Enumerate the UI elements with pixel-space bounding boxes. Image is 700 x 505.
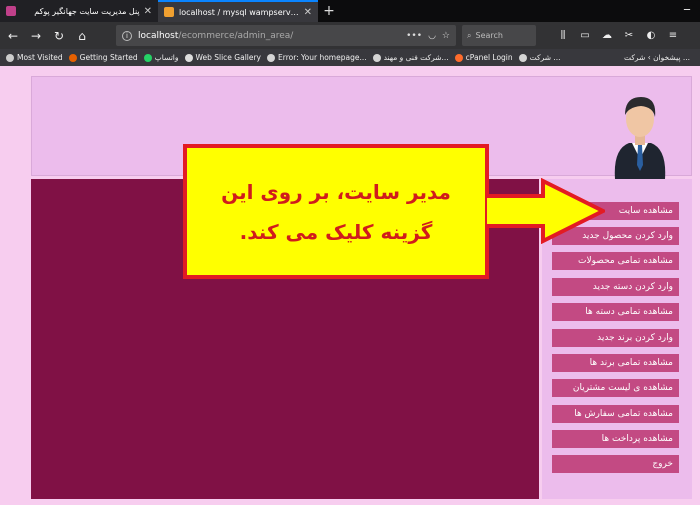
menu-view-products[interactable]: مشاهده تمامی محصولات: [552, 252, 679, 270]
globe-icon: [267, 53, 275, 62]
search-placeholder: Search: [475, 31, 503, 40]
tab-admin-panel[interactable]: پنل مدیریت سایت جهانگیر پوکم ✕: [0, 0, 158, 22]
screenshot-icon[interactable]: ✂: [618, 25, 640, 46]
url-path: /ecommerce/admin_area/: [178, 30, 294, 41]
pocket-icon[interactable]: ◡: [428, 31, 436, 41]
firefox-icon: [68, 53, 77, 62]
search-input[interactable]: ⌕ Search: [462, 25, 536, 46]
extension-icon[interactable]: ◐: [640, 25, 662, 46]
menu-view-categories[interactable]: مشاهده تمامی دسته ها: [552, 303, 679, 321]
gear-icon: [6, 53, 14, 62]
menu-view-customers[interactable]: مشاهده ی لیست مشتریان: [552, 379, 679, 397]
menu-logout[interactable]: خروج: [552, 455, 679, 473]
navigation-bar: ← → ↻ ⌂ i localhost /ecommerce/admin_are…: [0, 22, 700, 49]
admin-avatar-icon: [614, 97, 666, 179]
bookmarks-toolbar: Most Visited Getting Started واتساپ Web …: [0, 49, 700, 66]
toolbar-icons: ⫼ ▭ ☁ ✂ ◐ ≡: [552, 25, 684, 46]
close-tab-icon[interactable]: ✕: [144, 6, 152, 17]
callout-line-1: مدیر سایت، بر روی این: [221, 179, 451, 204]
menu-view-brands[interactable]: مشاهده تمامی برند ها: [552, 354, 679, 372]
sync-icon[interactable]: ☁: [596, 25, 618, 46]
bookmark-error-homepage[interactable]: Error: Your homepage...: [267, 53, 367, 62]
back-icon[interactable]: ←: [3, 26, 23, 46]
annotation-callout: مدیر سایت، بر روی این گزینه کلیک می کند.: [183, 144, 489, 279]
whatsapp-icon: [143, 53, 152, 62]
bookmark-getting-started[interactable]: Getting Started: [68, 53, 138, 62]
bookmark-star-icon[interactable]: ☆: [442, 31, 450, 41]
bookmark-engineering-company[interactable]: شرکت فنی و مهند...: [372, 53, 449, 62]
close-tab-icon[interactable]: ✕: [304, 7, 312, 18]
globe-icon: [518, 53, 527, 62]
bookmark-most-visited[interactable]: Most Visited: [6, 53, 63, 62]
menu-insert-brand[interactable]: وارد کردن برند جدید: [552, 329, 679, 347]
menu-icon[interactable]: ≡: [662, 25, 684, 46]
home-icon[interactable]: ⌂: [72, 26, 92, 46]
menu-insert-category[interactable]: وارد کردن دسته جدید: [552, 278, 679, 296]
globe-icon: [184, 53, 193, 62]
bookmark-cpanel-login[interactable]: cPanel Login: [454, 53, 513, 62]
site-favicon-icon: [6, 6, 16, 16]
admin-page: مشاهده سایت وارد کردن محصول جدید مشاهده …: [0, 66, 700, 505]
callout-line-2: گزینه کلیک می کند.: [239, 219, 433, 244]
tab-phpmyadmin[interactable]: localhost / mysql wampserver | php ✕: [158, 0, 318, 22]
bookmark-whatsapp[interactable]: واتساپ: [143, 53, 179, 62]
menu-view-orders[interactable]: مشاهده تمامی سفارش ها: [552, 405, 679, 423]
url-host: localhost: [138, 30, 179, 41]
site-info-icon[interactable]: i: [122, 30, 132, 41]
minimize-icon[interactable]: ─: [674, 0, 700, 22]
tab-title: localhost / mysql wampserver | php: [179, 7, 300, 17]
browser-tab-bar: پنل مدیریت سایت جهانگیر پوکم ✕ localhost…: [0, 0, 700, 22]
phpmyadmin-favicon-icon: [164, 7, 174, 17]
url-bar[interactable]: i localhost /ecommerce/admin_area/ ••• ◡…: [116, 25, 456, 46]
new-tab-icon[interactable]: +: [320, 2, 338, 20]
page-actions-icon[interactable]: •••: [406, 31, 422, 41]
menu-view-payments[interactable]: مشاهده پرداخت ها: [552, 430, 679, 448]
search-icon: ⌕: [467, 30, 472, 40]
library-icon[interactable]: ⫼: [552, 25, 574, 46]
cpanel-icon: [454, 53, 463, 62]
globe-icon: [372, 53, 381, 62]
bookmark-company[interactable]: شرکت ...: [518, 53, 561, 62]
bookmark-web-slice-gallery[interactable]: Web Slice Gallery: [184, 53, 261, 62]
bookmark-dashboard[interactable]: پیشخوان › شرکت ...: [624, 53, 690, 62]
window-controls: ─: [674, 0, 700, 22]
forward-icon[interactable]: →: [26, 26, 46, 46]
annotation-arrow-icon: [485, 178, 605, 244]
sidebar-icon[interactable]: ▭: [574, 25, 596, 46]
reload-icon[interactable]: ↻: [49, 26, 69, 46]
tab-title: پنل مدیریت سایت جهانگیر پوکم: [34, 6, 140, 16]
